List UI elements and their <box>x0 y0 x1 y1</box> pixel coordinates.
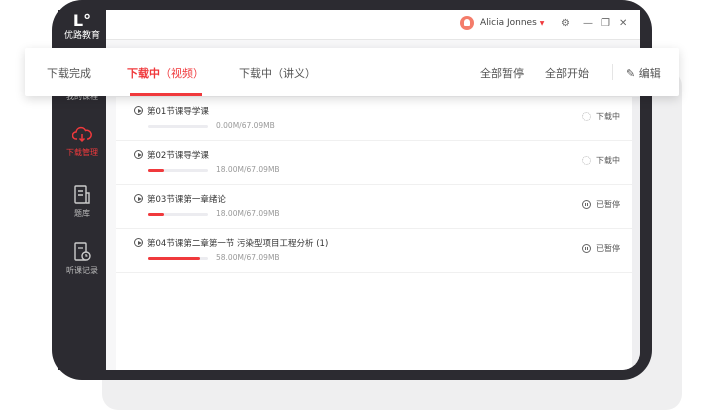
logo: L° 优路教育 <box>58 12 106 42</box>
download-size: 18.00M/67.09MB <box>216 209 280 218</box>
tab-sublabel: （视频） <box>160 67 204 80</box>
start-all-button[interactable]: 全部开始 <box>545 65 589 81</box>
progress-bar <box>148 169 208 172</box>
pencil-icon: ✎ <box>626 67 639 80</box>
download-size: 58.00M/67.09MB <box>216 253 280 262</box>
title-bar: Alicia Jonnes ▼ ⚙ — ❐ ✕ <box>106 10 640 40</box>
tab-completed[interactable]: 下载完成 <box>47 65 91 81</box>
divider <box>612 64 613 80</box>
play-icon[interactable] <box>134 238 143 247</box>
download-row[interactable]: 第02节课导学课 18.00M/67.09MB 下载中 <box>116 141 632 185</box>
download-title: 第03节课第一章绪论 <box>147 195 226 205</box>
avatar <box>460 16 474 30</box>
pause-all-button[interactable]: 全部暂停 <box>480 65 524 81</box>
document-icon <box>74 185 90 204</box>
edit-label: 编辑 <box>638 67 661 80</box>
download-title: 第04节课第二章第一节 污染型项目工程分析 (1) <box>147 239 329 249</box>
download-status[interactable]: 已暂停 <box>582 199 620 210</box>
status-label: 下载中 <box>596 112 620 121</box>
sidebar-item-question-bank[interactable]: 题库 <box>58 185 106 219</box>
progress-bar <box>148 257 208 260</box>
pause-icon <box>582 200 591 209</box>
download-row[interactable]: 第01节课导学课 0.00M/67.09MB 下载中 <box>116 97 632 141</box>
history-icon <box>74 242 91 261</box>
logo-icon: L° <box>72 11 92 30</box>
edit-button[interactable]: ✎ 编辑 <box>626 65 661 81</box>
status-label: 已暂停 <box>596 244 620 253</box>
user-menu[interactable]: Alicia Jonnes ▼ <box>460 16 544 30</box>
caret-down-icon: ▼ <box>539 19 545 27</box>
pause-icon <box>582 244 591 253</box>
sidebar-item-history[interactable]: 听课记录 <box>58 242 106 276</box>
loading-icon <box>582 112 591 121</box>
sidebar-item-label: 下载管理 <box>66 148 98 157</box>
progress-fill <box>148 257 200 260</box>
user-name: Alicia Jonnes <box>480 18 537 28</box>
progress-bar <box>148 125 208 128</box>
download-status[interactable]: 下载中 <box>582 155 620 166</box>
tab-label: 下载中 <box>127 67 160 80</box>
tab-downloading-video[interactable]: 下载中（视频） <box>127 65 204 81</box>
sidebar-item-label: 听课记录 <box>66 266 98 275</box>
active-tab-indicator <box>130 93 202 96</box>
progress-fill <box>148 213 165 216</box>
status-label: 已暂停 <box>596 200 620 209</box>
progress-bar <box>148 213 208 216</box>
logo-text: 优路教育 <box>63 31 100 41</box>
maximize-icon[interactable]: ❐ <box>601 17 610 31</box>
download-size: 18.00M/67.09MB <box>216 165 280 174</box>
tab-downloading-notes[interactable]: 下载中（讲义） <box>239 65 316 81</box>
play-icon[interactable] <box>134 106 143 115</box>
download-row[interactable]: 第04节课第二章第一节 污染型项目工程分析 (1) 58.00M/67.09MB… <box>116 229 632 273</box>
download-row[interactable]: 第03节课第一章绪论 18.00M/67.09MB 已暂停 <box>116 185 632 229</box>
status-label: 下载中 <box>596 156 620 165</box>
download-title: 第01节课导学课 <box>147 107 209 117</box>
scrollbar[interactable] <box>632 97 640 370</box>
download-status[interactable]: 下载中 <box>582 111 620 122</box>
play-icon[interactable] <box>134 150 143 159</box>
gear-icon[interactable]: ⚙ <box>561 17 570 31</box>
download-size: 0.00M/67.09MB <box>216 121 275 130</box>
download-list: 第01节课导学课 0.00M/67.09MB 下载中 第02节课导学课 18.0… <box>116 97 632 370</box>
download-status[interactable]: 已暂停 <box>582 243 620 254</box>
loading-icon <box>582 156 591 165</box>
sidebar-item-downloads[interactable]: 下载管理 <box>58 126 106 158</box>
download-title: 第02节课导学课 <box>147 151 209 161</box>
progress-fill <box>148 169 165 172</box>
tab-bar: 下载完成 下载中（视频） 下载中（讲义） 全部暂停 全部开始 ✎ 编辑 <box>25 48 679 96</box>
close-icon[interactable]: ✕ <box>619 17 627 31</box>
sidebar-item-label: 题库 <box>74 209 90 218</box>
play-icon[interactable] <box>134 194 143 203</box>
minimize-icon[interactable]: — <box>583 17 593 31</box>
cloud-download-icon <box>72 126 92 143</box>
